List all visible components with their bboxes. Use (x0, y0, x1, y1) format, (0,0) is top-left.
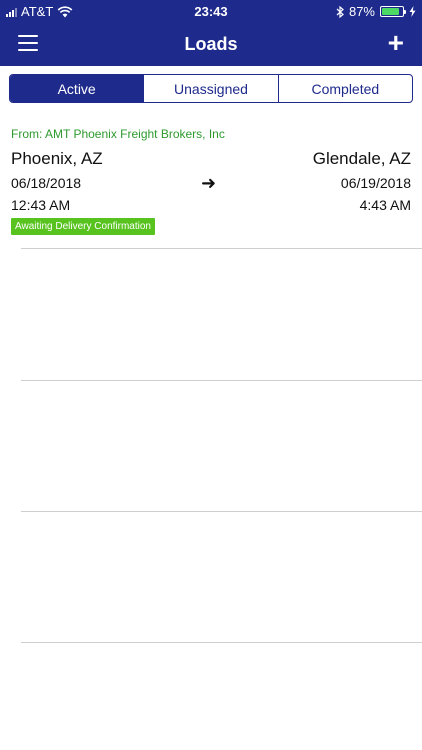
list-divider (21, 511, 422, 512)
broker-name: From: AMT Phoenix Freight Brokers, Inc (11, 127, 225, 141)
add-load-button[interactable]: + (388, 28, 404, 58)
pickup-date: 06/18/2018 (11, 175, 82, 191)
pickup-time: 12:43 AM (11, 197, 71, 213)
delivery-date: 06/19/2018 (340, 175, 411, 191)
status-bar: AT&T 23:43 87% (0, 0, 422, 22)
charging-icon (409, 6, 416, 17)
tab-active[interactable]: Active (10, 75, 144, 102)
tab-completed[interactable]: Completed (277, 75, 412, 102)
load-card[interactable]: From: AMT Phoenix Freight Brokers, Inc P… (0, 120, 422, 248)
status-right: 87% (336, 4, 416, 19)
status-badge: Awaiting Delivery Confirmation (11, 218, 155, 235)
battery-icon (380, 6, 406, 17)
destination-city: Glendale, AZ (312, 149, 411, 168)
origin-city: Phoenix, AZ (11, 149, 103, 168)
delivery-time: 4:43 AM (359, 197, 411, 213)
load-filter-tabs: Active Unassigned Completed (9, 74, 413, 103)
battery-percent: 87% (348, 4, 375, 19)
nav-bar: Loads + (0, 22, 422, 66)
arrow-right-icon: ➜ (201, 173, 217, 193)
list-divider (21, 642, 422, 643)
page-title: Loads (184, 34, 238, 54)
list-divider (21, 380, 422, 381)
list-divider (21, 248, 422, 249)
battery-fill (382, 8, 400, 15)
tab-unassigned[interactable]: Unassigned (143, 75, 277, 102)
bluetooth-icon (336, 5, 344, 18)
